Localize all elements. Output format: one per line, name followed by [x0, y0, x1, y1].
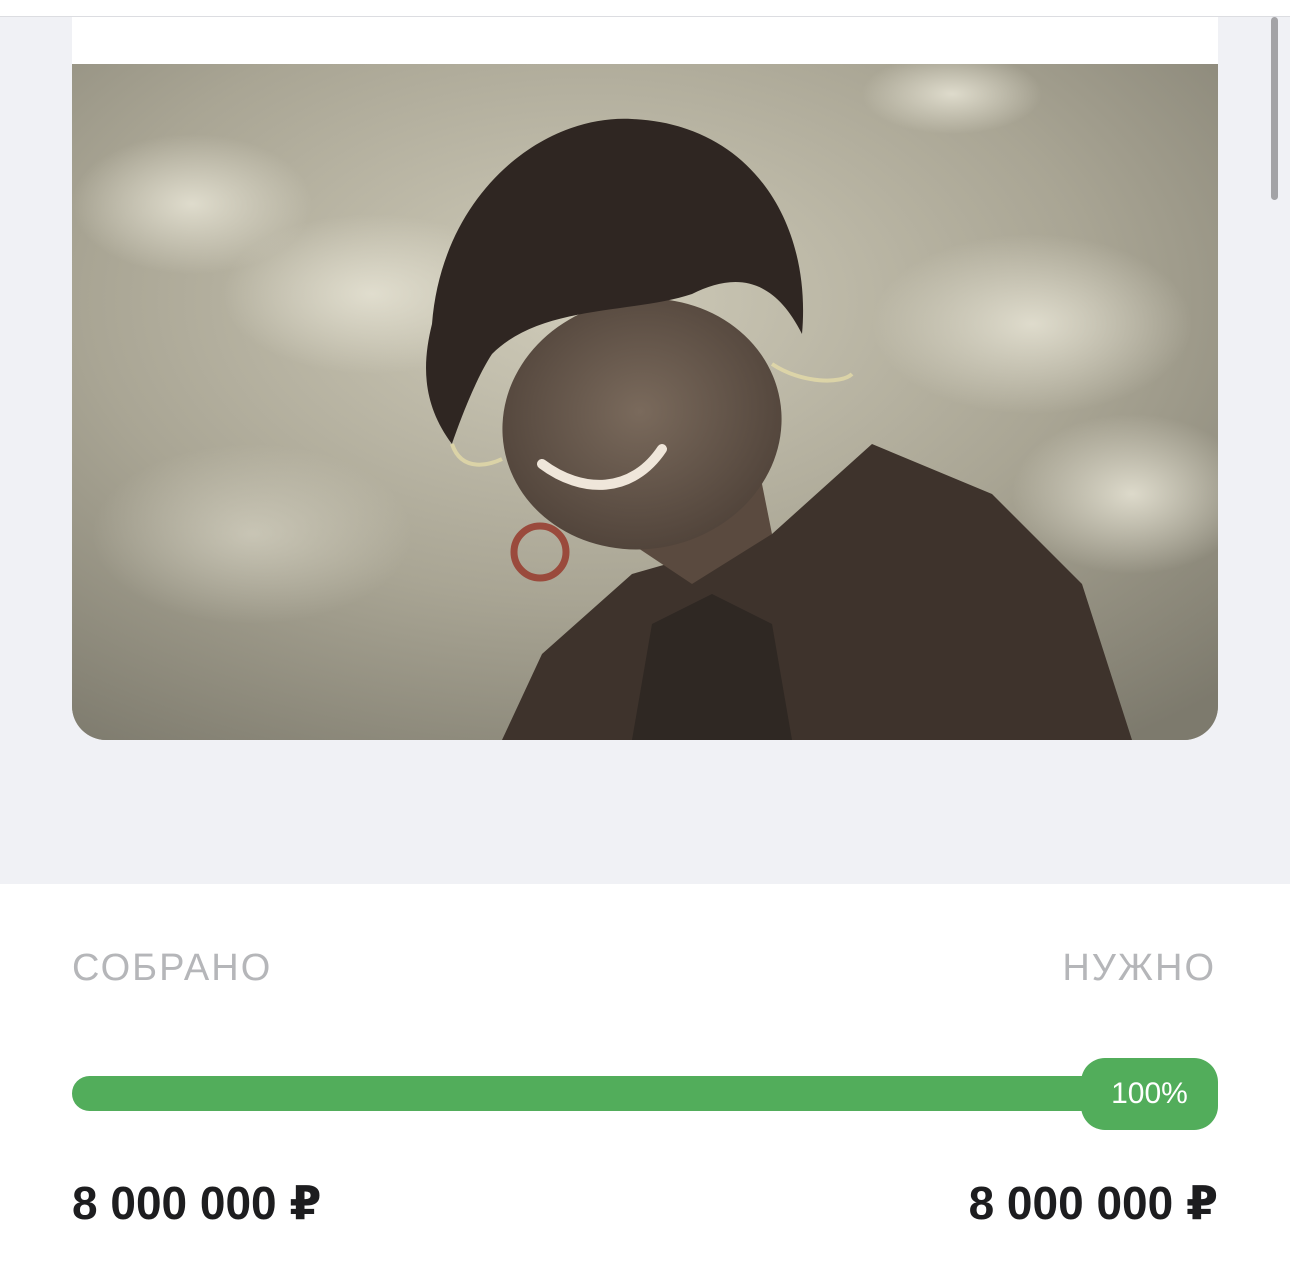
needed-amount: 8 000 000 ₽ [968, 1177, 1218, 1229]
scrollbar-thumb[interactable] [1271, 17, 1278, 200]
photo-illustration [72, 64, 1218, 740]
media-header-strip [72, 17, 1218, 64]
collected-amount: 8 000 000 ₽ [72, 1177, 322, 1229]
top-divider [0, 0, 1290, 17]
progress-percent-badge: 100% [1081, 1058, 1218, 1130]
progress-fill [72, 1076, 1218, 1111]
needed-label: НУЖНО [1062, 947, 1216, 989]
campaign-photo [72, 64, 1218, 740]
progress-track [72, 1076, 1218, 1111]
collected-label: СОБРАНО [72, 947, 273, 989]
